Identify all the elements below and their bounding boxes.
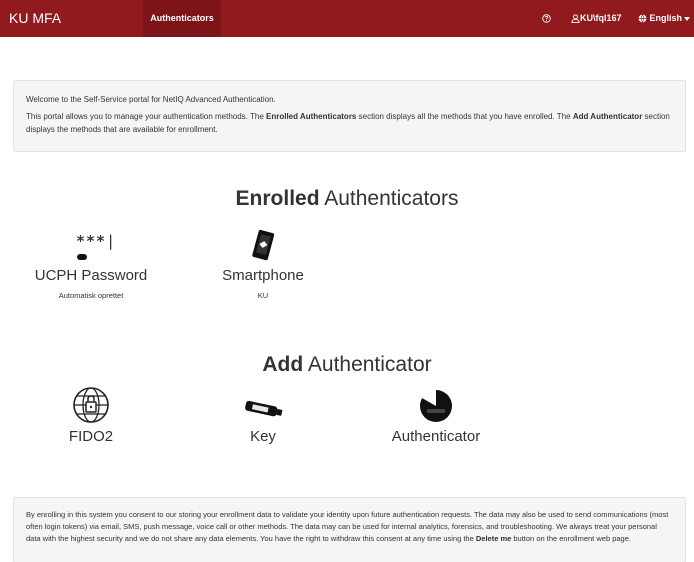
consent-text: By enrolling in this system you consent … bbox=[26, 509, 673, 545]
authenticator-subtitle: Automatisk oprettet bbox=[58, 291, 124, 300]
user-icon bbox=[571, 14, 580, 24]
help-button[interactable] bbox=[542, 0, 551, 37]
welcome-text: section displays all the methods that yo… bbox=[356, 112, 573, 121]
welcome-text: This portal allows you to manage your au… bbox=[26, 112, 266, 121]
add-tile-authenticator[interactable]: Authenticator bbox=[371, 383, 501, 445]
user-name: KU\fql167 bbox=[580, 13, 622, 23]
password-stars: *** bbox=[76, 232, 107, 250]
heading-bold: Enrolled bbox=[235, 187, 320, 210]
language-label: English bbox=[649, 13, 683, 23]
question-circle-icon bbox=[542, 14, 551, 23]
consent-tail: button on the enrollment web page. bbox=[511, 534, 631, 543]
heading-rest: Authenticator bbox=[303, 353, 432, 376]
add-tile-fido2[interactable]: FIDO2 bbox=[26, 383, 156, 445]
globe-icon bbox=[638, 14, 647, 23]
enrolled-authenticators-heading: Enrolled Authenticators bbox=[0, 187, 694, 211]
authenticator-name: Authenticator bbox=[391, 428, 481, 445]
authenticator-name: UCPH Password bbox=[34, 267, 148, 284]
fido2-globe-icon bbox=[26, 383, 156, 425]
welcome-bold-enrolled: Enrolled Authenticators bbox=[266, 112, 357, 121]
enrolled-tile-ucph-password[interactable]: ***| UCPH Password Automatisk oprettet bbox=[26, 222, 156, 300]
chevron-down-icon bbox=[684, 16, 691, 21]
add-tile-key[interactable]: Key bbox=[198, 383, 328, 445]
heading-rest: Authenticators bbox=[319, 187, 459, 210]
welcome-panel: Welcome to the Self-Service portal for N… bbox=[13, 80, 686, 152]
nav-tab-authenticators[interactable]: Authenticators bbox=[143, 0, 221, 37]
nav-tab-label: Authenticators bbox=[150, 13, 214, 23]
authenticator-name: FIDO2 bbox=[68, 428, 114, 445]
welcome-line: Welcome to the Self-Service portal for N… bbox=[26, 95, 276, 104]
authenticator-timer-icon bbox=[371, 383, 501, 425]
welcome-bold-add: Add Authenticator bbox=[572, 112, 643, 121]
user-menu[interactable]: KU\fql167 bbox=[571, 0, 622, 37]
heading-bold: Add bbox=[262, 353, 304, 376]
authenticator-name: Smartphone bbox=[222, 267, 304, 284]
language-dropdown[interactable]: English bbox=[638, 0, 691, 37]
authenticator-subtitle: KU bbox=[257, 291, 269, 300]
smartphone-icon bbox=[198, 222, 328, 264]
password-icon: ***| bbox=[26, 222, 156, 264]
consent-delete-me: Delete me bbox=[475, 534, 512, 543]
password-glyph: ***| bbox=[76, 232, 117, 250]
top-navbar: KU MFA Authenticators KU\fql167 English bbox=[0, 0, 694, 37]
add-authenticator-heading: Add Authenticator bbox=[0, 353, 694, 377]
brand-title[interactable]: KU MFA bbox=[9, 0, 61, 37]
authenticator-name: Key bbox=[250, 428, 276, 445]
usb-key-icon bbox=[198, 383, 328, 425]
consent-panel: By enrolling in this system you consent … bbox=[13, 497, 686, 562]
enrolled-tile-smartphone[interactable]: Smartphone KU bbox=[198, 222, 328, 300]
welcome-description: This portal allows you to manage your au… bbox=[26, 110, 673, 136]
